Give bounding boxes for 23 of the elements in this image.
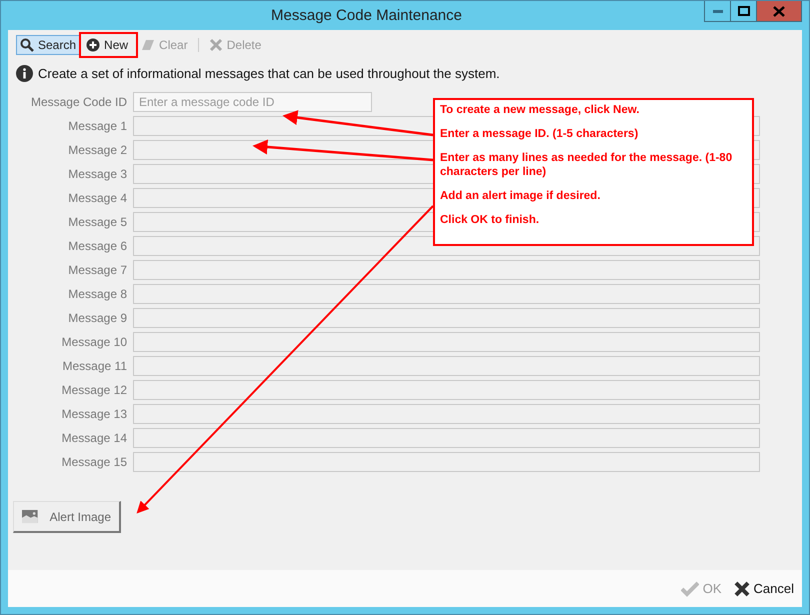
field-label: Message 15 [60, 455, 127, 469]
field-label: Message 6 [67, 239, 127, 253]
callout-text: Enter as many lines as needed for the message. (1-80 characters per line) [440, 151, 734, 179]
window-title: Message Code Maintenance [270, 7, 463, 24]
field-label: Message 9 [67, 311, 127, 325]
field-label: Message 8 [67, 287, 127, 301]
field-label: Message 2 [67, 143, 127, 157]
field-label: Message 4 [67, 191, 127, 205]
field-label: Message 1 [67, 119, 127, 133]
field-label: Message 12 [60, 383, 127, 397]
callout-text: To create a new message, click New. [440, 103, 640, 117]
field-label: Message 3 [67, 167, 127, 181]
info-text: Create a set of informational messages that can be used throughout the system. [38, 66, 500, 81]
field-label: Message 5 [67, 215, 127, 229]
field-label: Message 7 [67, 263, 127, 277]
field-label: Message 13 [60, 407, 127, 421]
field-label: Message 10 [60, 335, 127, 349]
callout-text: Add an alert image if desired. [440, 189, 602, 203]
field-label: Message 14 [60, 431, 127, 445]
callout-text: Click OK to finish. [440, 213, 540, 227]
callout-text: Enter a message ID. (1-5 characters) [440, 127, 640, 141]
field-label: Message 11 [62, 359, 127, 373]
field-label: Message Code ID [30, 95, 127, 109]
